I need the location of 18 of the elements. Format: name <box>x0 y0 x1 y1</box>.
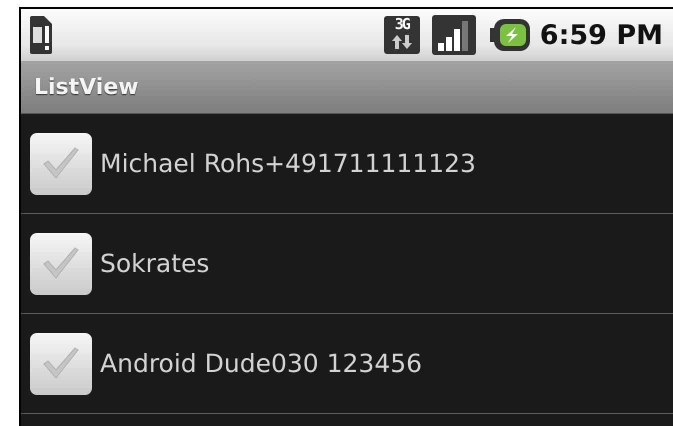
list-item[interactable]: Sokrates <box>21 214 673 314</box>
check-mark-icon <box>41 246 81 282</box>
sim-card-alert-icon <box>30 16 52 54</box>
contact-label: Sokrates <box>100 249 210 278</box>
checkbox[interactable] <box>30 332 92 394</box>
signal-strength-icon <box>432 15 476 55</box>
contact-label: Android Dude030 123456 <box>100 349 422 378</box>
app-title: ListView <box>34 74 139 100</box>
list-item[interactable]: Android Dude030 123456 <box>21 314 673 414</box>
check-mark-icon <box>41 346 81 382</box>
checkbox[interactable] <box>30 232 92 294</box>
list-item[interactable]: Michael Rohs+491711111123 <box>21 114 673 214</box>
status-time: 6:59 PM <box>540 20 663 50</box>
mobile-data-icon: 3G <box>384 16 420 54</box>
contact-label: Michael Rohs+491711111123 <box>100 149 476 178</box>
battery-charging-icon <box>490 19 530 51</box>
check-mark-icon <box>41 146 81 182</box>
checkbox[interactable] <box>30 132 92 194</box>
